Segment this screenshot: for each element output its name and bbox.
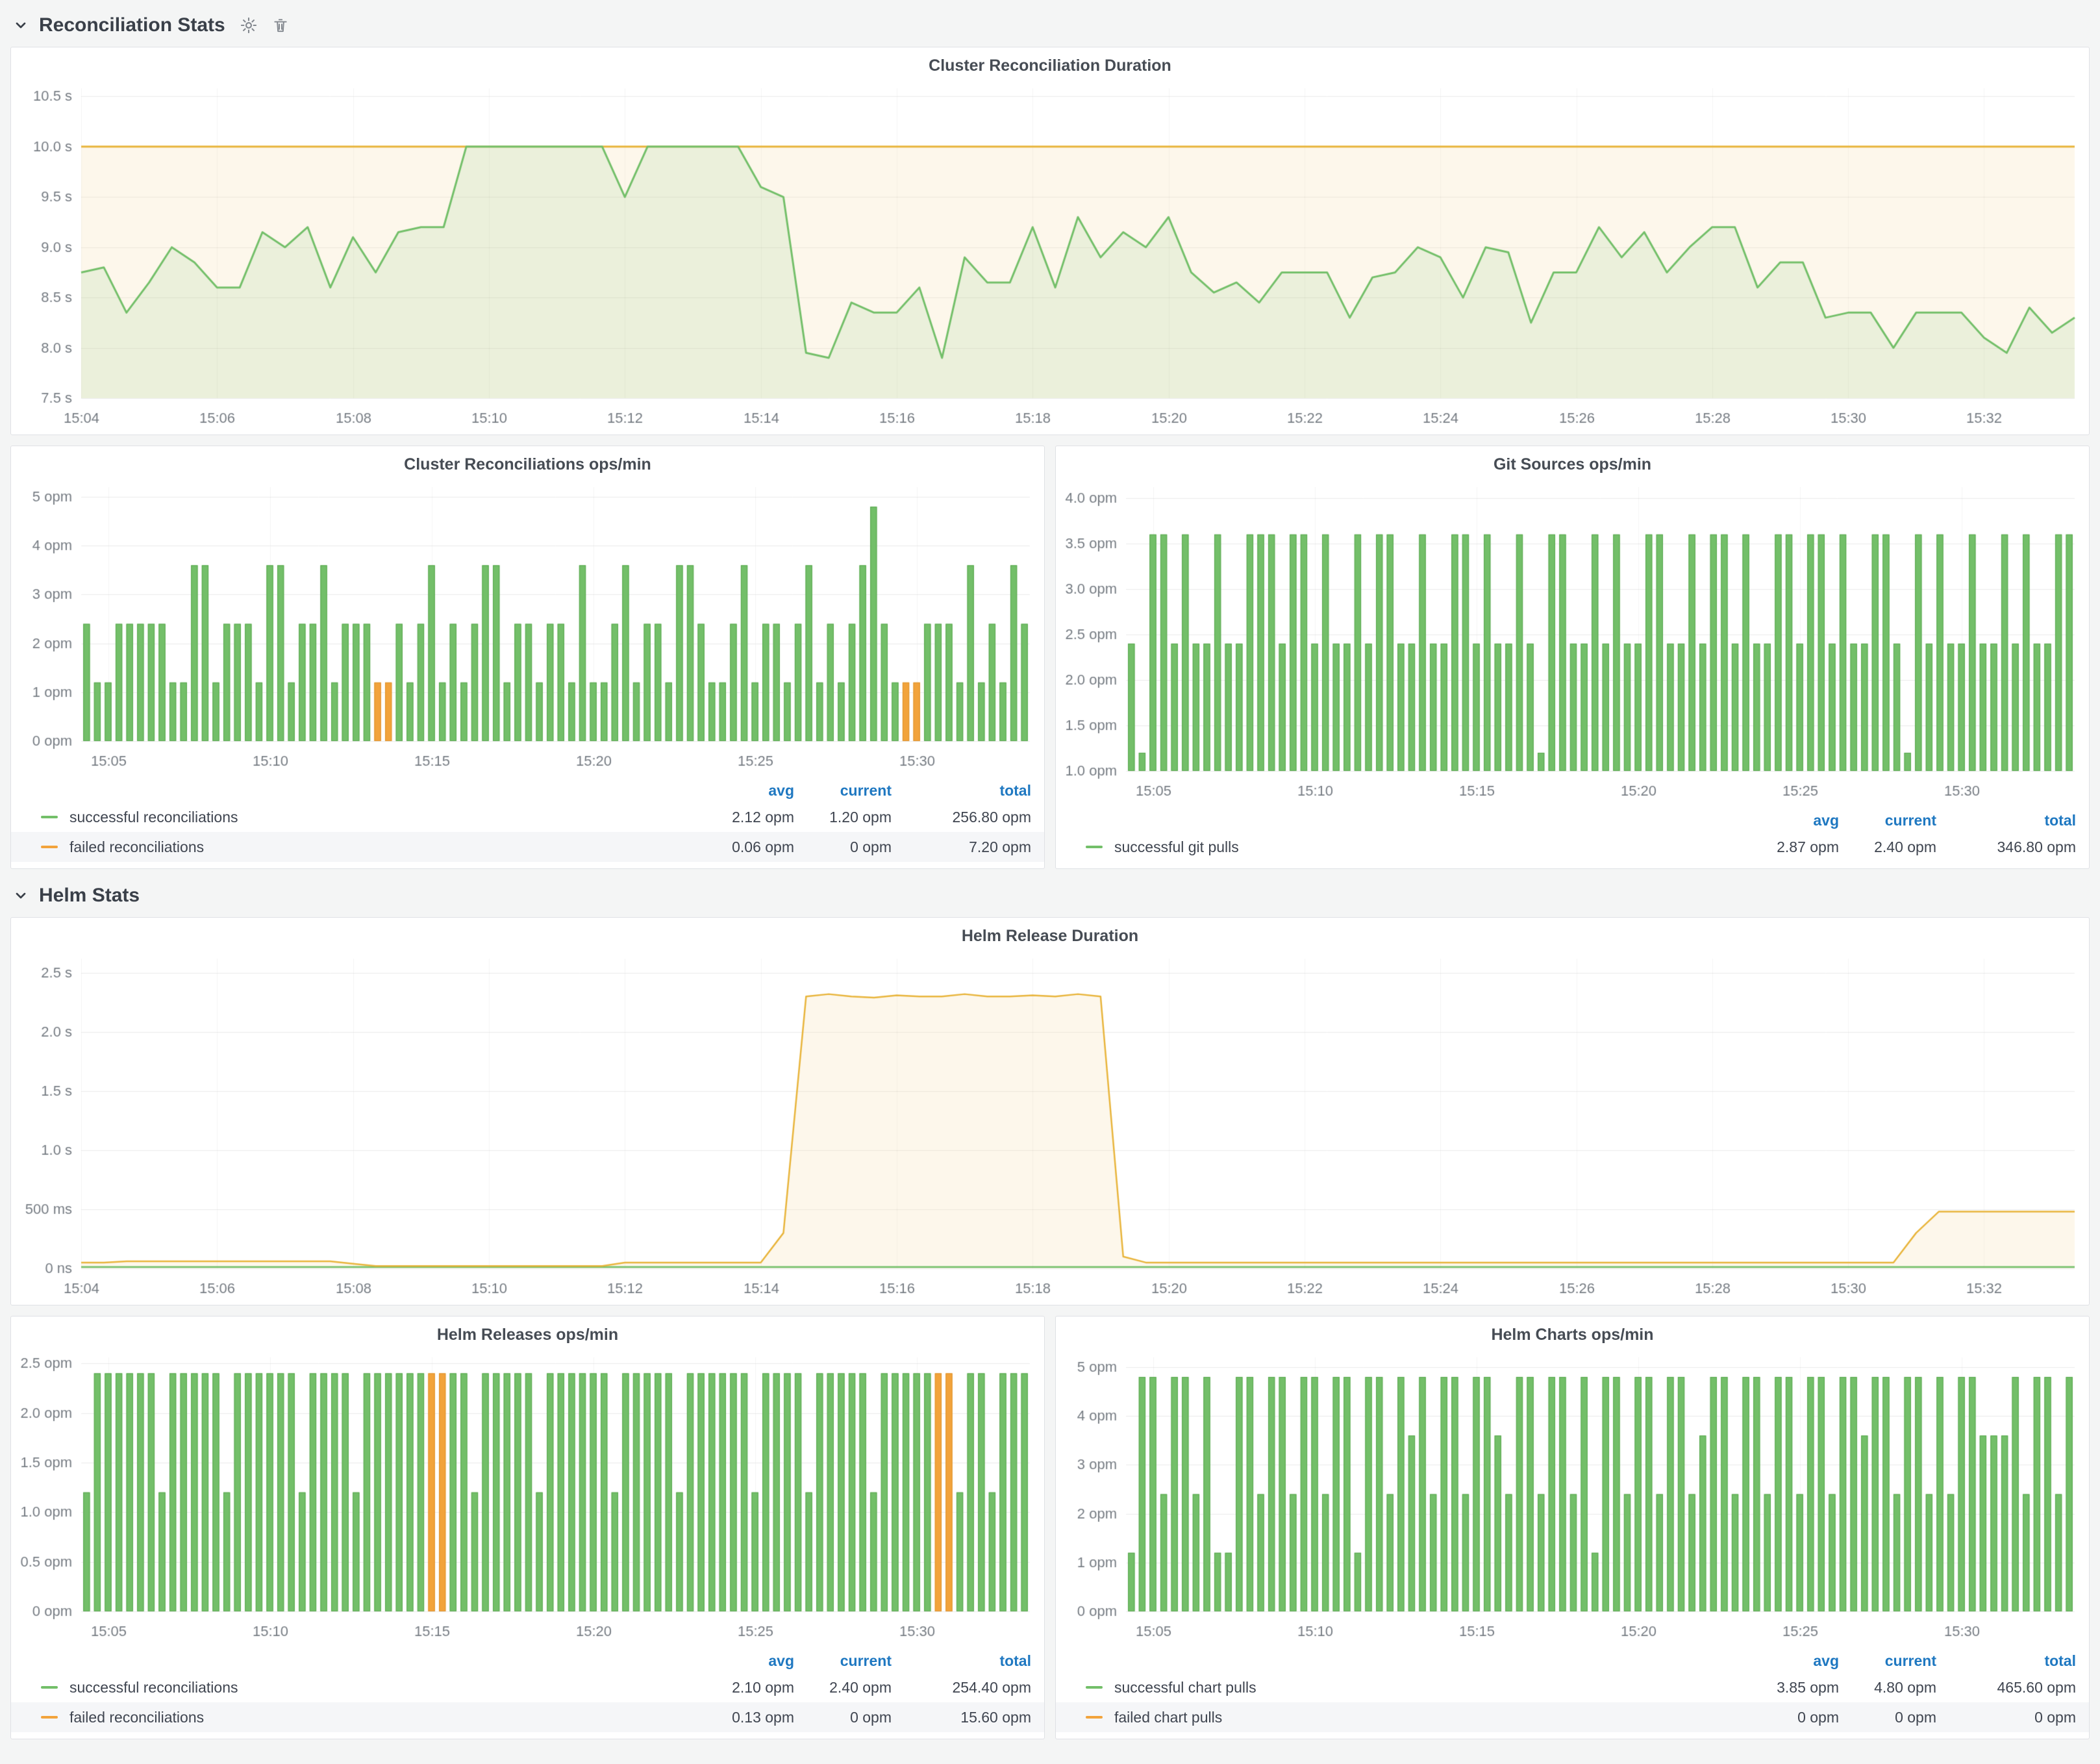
- legend-row-failed-reconciliations: failed reconciliations 0.13 opm 0 opm 15…: [11, 1702, 1044, 1732]
- legend-current-value: 1.20 opm: [794, 809, 892, 826]
- legend-git-sources: avg current total successful git pulls 2…: [1056, 807, 2089, 868]
- legend-total-value: 256.80 opm: [892, 809, 1031, 826]
- legend-helm-charts: avg current total successful chart pulls…: [1056, 1648, 2089, 1739]
- trash-icon[interactable]: [272, 17, 289, 34]
- legend-header-avg[interactable]: avg: [1742, 1652, 1839, 1670]
- legend-row-successful-reconciliations: successful reconciliations 2.10 opm 2.40…: [11, 1672, 1044, 1702]
- legend-header-current[interactable]: current: [1839, 812, 1936, 829]
- chevron-down-icon[interactable]: [13, 888, 29, 903]
- legend-row-successful-chart-pulls: successful chart pulls 3.85 opm 4.80 opm…: [1056, 1672, 2089, 1702]
- legend-current-value: 0 opm: [794, 1709, 892, 1726]
- legend-avg-value: 0.13 opm: [697, 1709, 794, 1726]
- legend-header-row: avg current total: [11, 779, 1044, 802]
- legend-header-total[interactable]: total: [892, 1652, 1031, 1670]
- legend-header-total[interactable]: total: [892, 782, 1031, 800]
- panel-git-sources-opm: Git Sources ops/min avg current total su…: [1055, 446, 2090, 869]
- gear-icon[interactable]: [240, 16, 258, 34]
- legend-avg-value: 2.87 opm: [1742, 838, 1839, 856]
- legend-total-value: 254.40 opm: [892, 1679, 1031, 1696]
- cluster-reconciliations-opm-chart[interactable]: [11, 477, 1044, 777]
- legend-header-avg[interactable]: avg: [697, 782, 794, 800]
- legend-avg-value: 2.12 opm: [697, 809, 794, 826]
- legend-total-value: 7.20 opm: [892, 838, 1031, 856]
- series-dash-green: [1086, 846, 1103, 848]
- series-dash-orange: [41, 846, 58, 848]
- helm-releases-opm-chart[interactable]: [11, 1347, 1044, 1648]
- legend-total-value: 465.60 opm: [1936, 1679, 2076, 1696]
- panel-title-git-sources-opm[interactable]: Git Sources ops/min: [1056, 446, 2089, 477]
- legend-current-value: 2.40 opm: [794, 1679, 892, 1696]
- legend-header-current[interactable]: current: [1839, 1652, 1936, 1670]
- panel-title-helm-charts-opm[interactable]: Helm Charts ops/min: [1056, 1317, 2089, 1347]
- legend-current-value: 4.80 opm: [1839, 1679, 1936, 1696]
- series-dash-green: [41, 1686, 58, 1689]
- legend-series-name[interactable]: successful git pulls: [1114, 838, 1742, 856]
- legend-total-value: 0 opm: [1936, 1709, 2076, 1726]
- legend-series-name[interactable]: failed reconciliations: [69, 838, 697, 856]
- section-title[interactable]: Reconciliation Stats: [39, 14, 225, 36]
- section-row-helm-stats[interactable]: Helm Stats: [10, 879, 2090, 917]
- legend-header-row: avg current total: [11, 1649, 1044, 1672]
- legend-avg-value: 0.06 opm: [697, 838, 794, 856]
- legend-avg-value: 3.85 opm: [1742, 1679, 1839, 1696]
- panel-title-helm-releases-opm[interactable]: Helm Releases ops/min: [11, 1317, 1044, 1347]
- legend-avg-value: 0 opm: [1742, 1709, 1839, 1726]
- chevron-down-icon[interactable]: [13, 18, 29, 33]
- legend-total-value: 15.60 opm: [892, 1709, 1031, 1726]
- legend-series-name[interactable]: successful reconciliations: [69, 809, 697, 826]
- legend-header-total[interactable]: total: [1936, 1652, 2076, 1670]
- helm-release-duration-chart[interactable]: [11, 948, 2089, 1305]
- legend-series-name[interactable]: failed chart pulls: [1114, 1709, 1742, 1726]
- legend-series-name[interactable]: successful reconciliations: [69, 1679, 697, 1696]
- panel-helm-release-duration: Helm Release Duration: [10, 917, 2090, 1305]
- series-dash-orange: [41, 1716, 58, 1719]
- panel-helm-charts-opm: Helm Charts ops/min avg current total su…: [1055, 1316, 2090, 1739]
- panel-title-cluster-reconciliations-opm[interactable]: Cluster Reconciliations ops/min: [11, 446, 1044, 477]
- series-dash-green: [1086, 1686, 1103, 1689]
- legend-header-current[interactable]: current: [794, 782, 892, 800]
- legend-row-failed-reconciliations: failed reconciliations 0.06 opm 0 opm 7.…: [11, 832, 1044, 862]
- legend-series-name[interactable]: failed reconciliations: [69, 1709, 697, 1726]
- legend-current-value: 0 opm: [1839, 1709, 1936, 1726]
- section-row-reconciliation-stats[interactable]: Reconciliation Stats: [10, 9, 2090, 47]
- legend-row-failed-chart-pulls: failed chart pulls 0 opm 0 opm 0 opm: [1056, 1702, 2089, 1732]
- legend-header-total[interactable]: total: [1936, 812, 2076, 829]
- series-dash-green: [41, 816, 58, 818]
- panel-cluster-reconciliations-opm: Cluster Reconciliations ops/min avg curr…: [10, 446, 1045, 869]
- legend-total-value: 346.80 opm: [1936, 838, 2076, 856]
- panel-title-helm-release-duration[interactable]: Helm Release Duration: [11, 918, 2089, 948]
- panel-helm-releases-opm: Helm Releases ops/min avg current total …: [10, 1316, 1045, 1739]
- legend-row-successful-reconciliations: successful reconciliations 2.12 opm 1.20…: [11, 802, 1044, 832]
- legend-header-current[interactable]: current: [794, 1652, 892, 1670]
- series-dash-orange: [1086, 1716, 1103, 1719]
- section-title[interactable]: Helm Stats: [39, 885, 140, 907]
- legend-current-value: 0 opm: [794, 838, 892, 856]
- panel-title-cluster-reconciliation-duration[interactable]: Cluster Reconciliation Duration: [11, 47, 2089, 78]
- legend-cluster-reconciliations: avg current total successful reconciliat…: [11, 777, 1044, 868]
- legend-avg-value: 2.10 opm: [697, 1679, 794, 1696]
- legend-header-avg[interactable]: avg: [697, 1652, 794, 1670]
- legend-current-value: 2.40 opm: [1839, 838, 1936, 856]
- panel-cluster-reconciliation-duration: Cluster Reconciliation Duration: [10, 47, 2090, 435]
- git-sources-opm-chart[interactable]: [1056, 477, 2089, 807]
- legend-series-name[interactable]: successful chart pulls: [1114, 1679, 1742, 1696]
- legend-header-avg[interactable]: avg: [1742, 812, 1839, 829]
- legend-helm-releases: avg current total successful reconciliat…: [11, 1648, 1044, 1739]
- legend-header-row: avg current total: [1056, 1649, 2089, 1672]
- helm-charts-opm-chart[interactable]: [1056, 1347, 2089, 1648]
- legend-header-row: avg current total: [1056, 809, 2089, 832]
- legend-row-successful-git-pulls: successful git pulls 2.87 opm 2.40 opm 3…: [1056, 832, 2089, 862]
- cluster-reconciliation-duration-chart[interactable]: [11, 78, 2089, 435]
